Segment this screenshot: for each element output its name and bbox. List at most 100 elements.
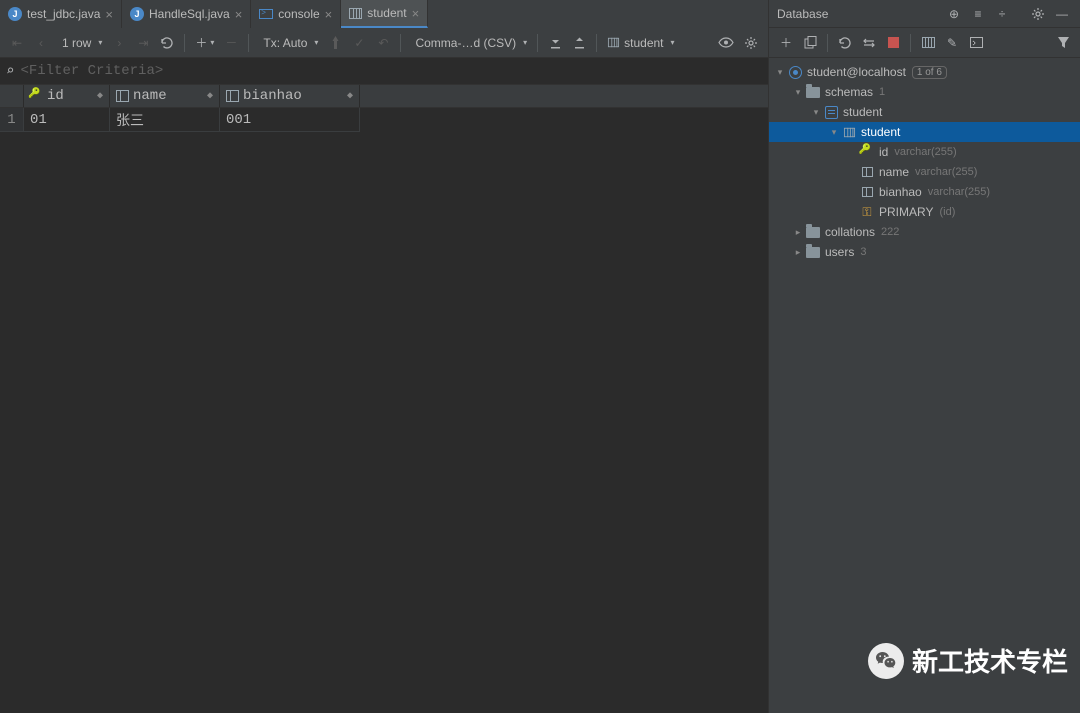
tree-column-name[interactable]: name varchar(255) xyxy=(769,162,1080,182)
tab-label: console xyxy=(278,7,319,21)
key-icon: ⚿ xyxy=(859,205,875,220)
column-header-name[interactable]: name ◆ xyxy=(110,85,220,107)
sync-button[interactable] xyxy=(858,32,880,54)
tree-users[interactable]: ▸ users 3 xyxy=(769,242,1080,262)
tab-student[interactable]: student × xyxy=(341,0,428,28)
settings-button[interactable] xyxy=(740,32,762,54)
tree-column-bianhao[interactable]: bianhao varchar(255) xyxy=(769,182,1080,202)
new-button[interactable]: ＋ xyxy=(775,32,797,54)
sort-indicator: ◆ xyxy=(207,90,213,102)
cell-bianhao[interactable]: 001 xyxy=(220,108,360,132)
table-row[interactable]: 1 01 张三 001 xyxy=(0,108,768,132)
tx-mode-label: Tx: Auto xyxy=(259,36,311,50)
submit-button[interactable]: ✓ xyxy=(348,32,370,54)
refresh-button[interactable] xyxy=(834,32,856,54)
view-button[interactable] xyxy=(714,32,738,54)
collapse-icon[interactable]: ⊕ xyxy=(944,4,964,24)
grid-header: id ◆ name ◆ bianhao ◆ xyxy=(0,84,768,108)
first-page-button[interactable]: ⇤ xyxy=(6,32,28,54)
remove-row-button[interactable]: － xyxy=(220,32,242,54)
panel-title: Database xyxy=(777,7,944,21)
users-count: 3 xyxy=(860,246,866,258)
column-icon xyxy=(116,90,129,102)
table-view-button[interactable] xyxy=(917,32,939,54)
csv-label: Comma-…d (CSV) xyxy=(411,36,520,50)
tree-datasource[interactable]: ▾ student@localhost 1 of 6 xyxy=(769,62,1080,82)
expand-icon[interactable]: ≡ xyxy=(968,4,988,24)
cell-name[interactable]: 张三 xyxy=(110,108,220,132)
row-number: 1 xyxy=(0,108,24,132)
java-icon xyxy=(8,7,22,21)
tab-label: HandleSql.java xyxy=(149,7,230,21)
column-name: bianhao xyxy=(879,185,922,199)
close-icon[interactable]: × xyxy=(105,7,113,22)
editor-tabs: test_jdbc.java × HandleSql.java × consol… xyxy=(0,0,768,28)
datasource-icon xyxy=(789,66,802,79)
export-button[interactable] xyxy=(544,32,566,54)
column-header-id[interactable]: id ◆ xyxy=(24,85,110,107)
key-column-icon xyxy=(30,90,43,102)
collations-count: 222 xyxy=(881,226,899,238)
tab-console[interactable]: console × xyxy=(251,0,341,28)
prev-page-button[interactable]: ‹ xyxy=(30,32,52,54)
tree-table-student[interactable]: ▾ student xyxy=(769,122,1080,142)
edit-button[interactable]: ✎ xyxy=(941,32,963,54)
hide-icon[interactable]: — xyxy=(1052,4,1072,24)
tree-primary-key[interactable]: ⚿ PRIMARY (id) xyxy=(769,202,1080,222)
stop-button[interactable] xyxy=(882,32,904,54)
column-type: varchar(255) xyxy=(928,186,990,198)
tab-test-jdbc[interactable]: test_jdbc.java × xyxy=(0,0,122,28)
table-label: student xyxy=(861,125,900,139)
row-header-corner[interactable] xyxy=(0,85,24,107)
console-icon xyxy=(259,9,273,19)
filter-placeholder: <Filter Criteria> xyxy=(20,63,163,79)
tree-database[interactable]: ▾ student xyxy=(769,102,1080,122)
entity-selector[interactable]: student xyxy=(603,32,678,54)
schemas-count: 1 xyxy=(879,86,885,98)
tab-handle-sql[interactable]: HandleSql.java × xyxy=(122,0,251,28)
database-tree: ▾ student@localhost 1 of 6 ▾ schemas 1 ▾… xyxy=(769,58,1080,713)
tx-mode-dropdown[interactable]: Tx: Auto xyxy=(255,32,322,54)
close-icon[interactable]: × xyxy=(325,7,333,22)
commit-button[interactable] xyxy=(324,32,346,54)
tree-column-id[interactable]: id varchar(255) xyxy=(769,142,1080,162)
cell-id[interactable]: 01 xyxy=(24,108,110,132)
table-icon xyxy=(608,38,619,47)
java-icon xyxy=(130,7,144,21)
filter-button[interactable] xyxy=(1052,32,1074,54)
console-button[interactable] xyxy=(965,32,987,54)
revert-button[interactable]: ↶ xyxy=(372,32,394,54)
row-count-dropdown[interactable]: 1 row xyxy=(54,32,106,54)
close-icon[interactable]: × xyxy=(412,6,420,21)
close-icon[interactable]: × xyxy=(235,7,243,22)
import-button[interactable] xyxy=(568,32,590,54)
tree-schemas[interactable]: ▾ schemas 1 xyxy=(769,82,1080,102)
duplicate-button[interactable] xyxy=(799,32,821,54)
gear-icon[interactable] xyxy=(1028,4,1048,24)
chevron-down-icon: ▾ xyxy=(809,107,823,118)
column-header-bianhao[interactable]: bianhao ◆ xyxy=(220,85,360,107)
reload-button[interactable] xyxy=(156,32,178,54)
row-count-label: 1 row xyxy=(58,36,95,50)
sort-indicator: ◆ xyxy=(97,90,103,102)
csv-format-dropdown[interactable]: Comma-…d (CSV) xyxy=(407,32,531,54)
table-icon xyxy=(843,127,854,136)
add-row-button[interactable]: ＋ xyxy=(191,32,218,54)
column-type: varchar(255) xyxy=(915,166,977,178)
next-page-button[interactable]: › xyxy=(108,32,130,54)
column-name: name xyxy=(879,165,909,179)
schemas-label: schemas xyxy=(825,85,873,99)
tree-collations[interactable]: ▸ collations 222 xyxy=(769,222,1080,242)
column-label: id xyxy=(47,88,64,104)
last-page-button[interactable]: ⇥ xyxy=(132,32,154,54)
filter-row[interactable]: ⌕ <Filter Criteria> xyxy=(0,58,768,84)
database-label: student xyxy=(843,105,882,119)
table-icon xyxy=(349,8,362,19)
datasource-badge: 1 of 6 xyxy=(912,66,947,79)
column-label: name xyxy=(133,88,167,104)
folder-icon xyxy=(806,87,820,98)
table-icon xyxy=(922,37,935,48)
chevron-right-icon: ▸ xyxy=(791,227,805,238)
split-icon[interactable]: ÷ xyxy=(992,4,1012,24)
tab-label: test_jdbc.java xyxy=(27,7,100,21)
